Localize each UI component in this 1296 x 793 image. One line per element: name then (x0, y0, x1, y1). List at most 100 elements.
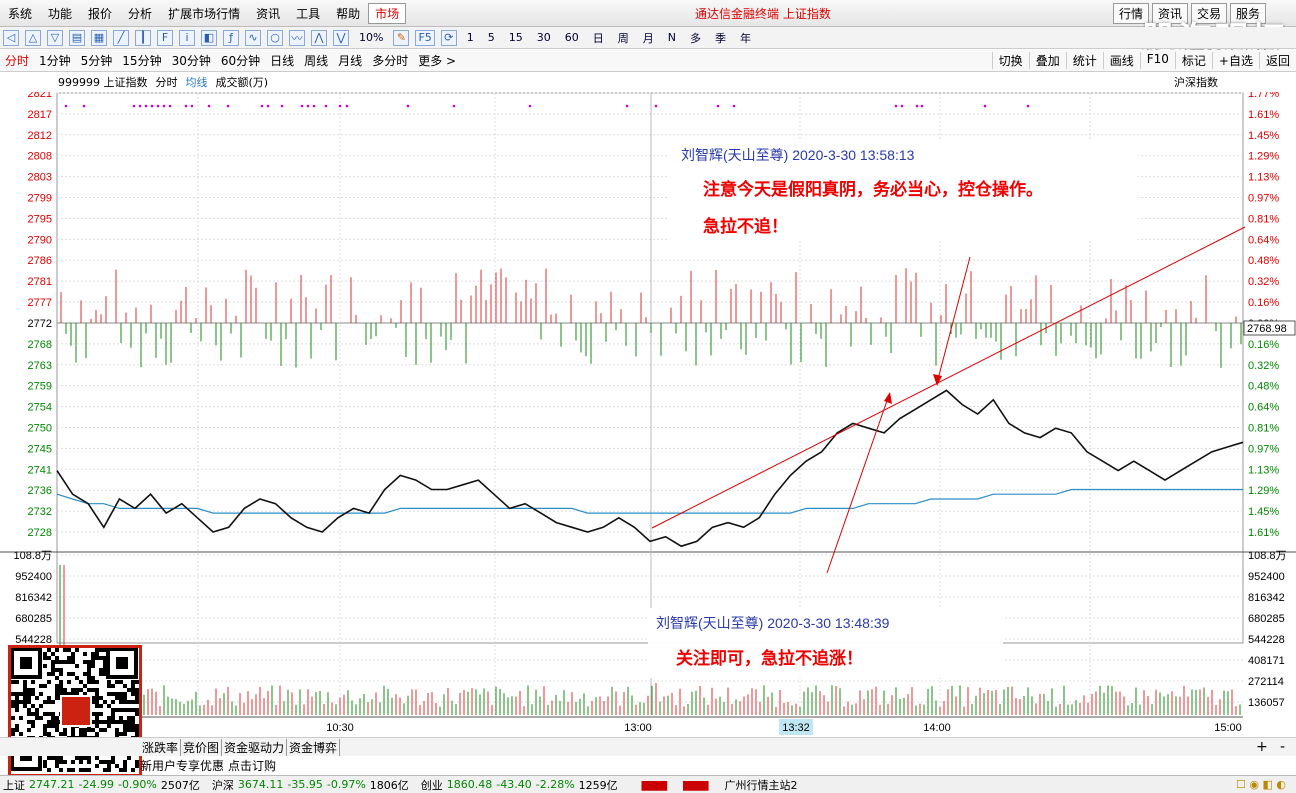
intraday-chart[interactable]: 2821 2817 2812 2808 2803 2799 2795 2790 2786 2781… (0, 92, 1296, 737)
volume-tick-left: 680285 (15, 613, 52, 625)
tab-15min[interactable]: 15分钟 (117, 52, 166, 69)
menu-analysis[interactable]: 分析 (120, 5, 160, 22)
percent-10-button[interactable]: 10% (359, 31, 383, 44)
period-30[interactable]: 30 (537, 31, 551, 44)
tab-intraday[interactable]: 分时 (0, 52, 34, 69)
percent-tick: 1.45% (1248, 506, 1279, 518)
price-tick: 2812 (28, 130, 52, 142)
tab-30min[interactable]: 30分钟 (167, 52, 216, 69)
tab-rise-fall-rate[interactable]: 涨跌率 (140, 738, 182, 756)
circle-icon[interactable]: ○ (267, 29, 283, 46)
f10-icon[interactable]: F (157, 29, 173, 46)
price-tick: 2795 (28, 213, 52, 225)
zoom-in-button[interactable]: + (1256, 739, 1268, 755)
switch-button[interactable]: 切换 (991, 52, 1029, 69)
price-tick: 2759 (28, 381, 52, 393)
promo-new-user[interactable]: 新用户专享优惠 (140, 757, 224, 774)
period-multi[interactable]: 多 (690, 30, 701, 46)
annotation-2-author: 刘智辉(天山至尊) 2020-3-30 13:48:39 (656, 615, 890, 631)
period-15[interactable]: 15 (509, 31, 523, 44)
percent-tick: 0.32% (1248, 276, 1279, 288)
sh-amount: 2507亿 (160, 778, 200, 792)
volume-tick-right: 952400 (1248, 571, 1285, 583)
period-5[interactable]: 5 (488, 31, 495, 44)
tab-capital-drive[interactable]: 资金驱动力 (222, 738, 288, 756)
cy-value: 1860.48 (446, 778, 493, 791)
tab-monthly[interactable]: 月线 (333, 52, 367, 69)
period-year[interactable]: 年 (740, 30, 751, 46)
period-1[interactable]: 1 (467, 31, 474, 44)
price-tick: 2768 (28, 339, 52, 351)
mark-button[interactable]: 标记 (1174, 52, 1212, 69)
tab-60min[interactable]: 60分钟 (216, 52, 265, 69)
volume-tick-right: 816342 (1248, 592, 1285, 604)
menu-help[interactable]: 帮助 (328, 5, 368, 22)
price-tick: 2781 (28, 276, 52, 288)
tab-auction-chart[interactable]: 竞价图 (181, 738, 223, 756)
menu-tools[interactable]: 工具 (288, 5, 328, 22)
menu-extended-market[interactable]: 扩展市场行情 (160, 5, 248, 22)
trend-line (651, 226, 1246, 529)
wave-icon[interactable]: 〰 (289, 29, 305, 46)
sh-change: -24.99 (78, 778, 114, 791)
arrow-left-icon[interactable]: ◁ (3, 29, 19, 46)
price-tick: 2745 (28, 443, 52, 455)
tab-5min[interactable]: 5分钟 (76, 52, 118, 69)
zoom-out-button[interactable]: - (1280, 739, 1285, 755)
price-tick: 2754 (28, 402, 52, 414)
tab-1min[interactable]: 1分钟 (34, 52, 76, 69)
period-week[interactable]: 周 (618, 30, 629, 46)
arrow-line-2 (826, 394, 890, 574)
breadth-indicator-icon-2: ▆▆▆ (683, 778, 709, 791)
promo-subscribe[interactable]: 点击订购 (228, 757, 276, 774)
f5-button[interactable]: F5 (415, 29, 435, 46)
period-n[interactable]: N (668, 31, 676, 44)
report-icon[interactable]: ▤ (69, 29, 85, 46)
overlay-button[interactable]: 叠加 (1028, 52, 1066, 69)
mountain-icon[interactable]: ⋀ (311, 29, 327, 46)
volume-tick-left: 816342 (15, 592, 52, 604)
window-title: 通达信金融终端 上证指数 (695, 6, 831, 21)
sh-label: 上证 (3, 778, 25, 792)
price-line (56, 389, 1244, 548)
menu-market-tab[interactable]: 市场 (368, 2, 407, 24)
period-60[interactable]: 60 (565, 31, 579, 44)
indicator-icon[interactable]: ∿ (245, 29, 261, 46)
period-day[interactable]: 日 (593, 30, 604, 46)
add-watchlist-button[interactable]: +自选 (1211, 52, 1259, 69)
candlestick-icon[interactable]: ┃ (135, 29, 151, 46)
price-tick: 2736 (28, 485, 52, 497)
grid-icon[interactable]: ▦ (91, 29, 107, 46)
tab-weekly[interactable]: 周线 (299, 52, 333, 69)
formula-icon[interactable]: ƒ (223, 29, 239, 46)
tab-daily[interactable]: 日线 (265, 52, 299, 69)
menu-function[interactable]: 功能 (40, 5, 80, 22)
pencil-icon[interactable]: ✎ (393, 29, 410, 46)
info-icon[interactable]: i (179, 29, 195, 46)
refresh-icon[interactable]: ⟳ (440, 29, 457, 46)
menu-system[interactable]: 系统 (0, 5, 40, 22)
price-tick: 2763 (28, 360, 52, 372)
status-bar: 上证 2747.21 -24.99 -0.90% 2507亿 沪深 3674.1… (0, 775, 1296, 793)
arrow-down-icon[interactable]: ▽ (47, 29, 63, 46)
back-button[interactable]: 返回 (1258, 52, 1296, 69)
bookmark-icon[interactable]: ◧ (201, 29, 217, 46)
draw-button[interactable]: 画线 (1102, 52, 1140, 69)
time-label: 10:30 (326, 722, 354, 734)
period-month[interactable]: 月 (643, 30, 654, 46)
zigzag-icon[interactable]: ⋁ (333, 29, 349, 46)
period-quarter[interactable]: 季 (715, 30, 726, 46)
price-tick: 2821 (28, 92, 52, 100)
tab-more[interactable]: 更多 > (413, 52, 461, 69)
percent-tick: 0.48% (1248, 381, 1279, 393)
arrow-up-icon[interactable]: △ (25, 29, 41, 46)
line-chart-icon[interactable]: ╱ (113, 29, 129, 46)
stats-button[interactable]: 统计 (1065, 52, 1103, 69)
f10-button[interactable]: F10 (1139, 52, 1175, 69)
menu-quote[interactable]: 报价 (80, 5, 120, 22)
menu-news[interactable]: 资讯 (248, 5, 288, 22)
info-bar: 999999 上证指数 分时 均线 成交额(万) 沪深指数 (0, 72, 1296, 92)
market-index-label: 沪深指数 (1174, 76, 1218, 89)
tab-multi-intraday[interactable]: 多分时 (367, 52, 413, 69)
tab-capital-game[interactable]: 资金博弈 (287, 738, 341, 756)
